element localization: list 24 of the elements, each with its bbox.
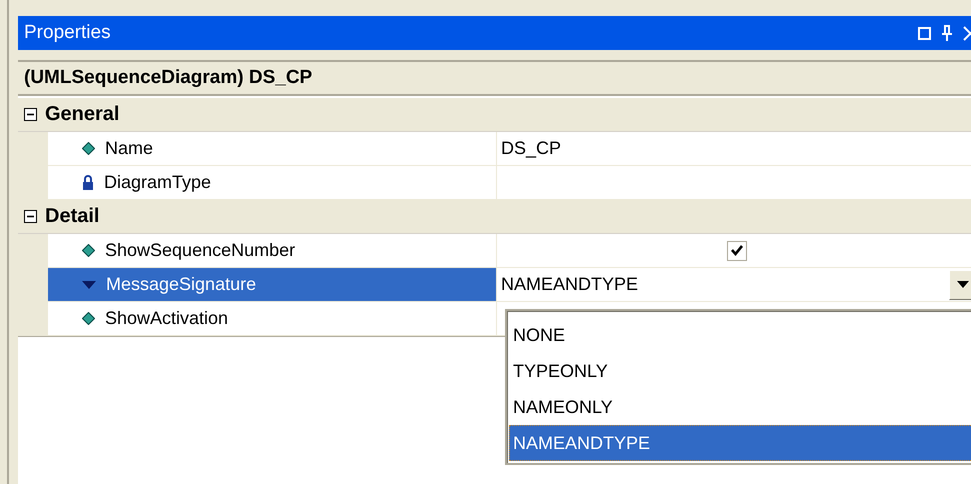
collapse-toggle[interactable] <box>24 210 37 223</box>
dropdown-option[interactable]: TYPEONLY <box>509 353 971 389</box>
caret-icon <box>957 281 969 288</box>
dropdown-option[interactable]: NAMEANDTYPE <box>509 425 971 461</box>
dropdown-button[interactable] <box>949 270 971 300</box>
restore-icon[interactable] <box>918 26 931 40</box>
dropdown-option[interactable]: NONE <box>509 317 971 353</box>
window-title: Properties <box>24 22 112 44</box>
checkmark-icon <box>731 245 743 256</box>
property-label: ShowSequenceNumber <box>105 240 296 261</box>
property-label: DiagramType <box>104 172 212 193</box>
object-header: (UMLSequenceDiagram) DS_CP <box>18 60 971 96</box>
property-label: Name <box>105 138 154 159</box>
property-name[interactable]: MessageSignature <box>48 268 497 302</box>
property-label: ShowActivation <box>105 308 228 329</box>
pin-icon[interactable] <box>941 25 953 41</box>
dropdown-value[interactable]: NAMEANDTYPE <box>501 274 638 294</box>
category-label[interactable]: General <box>45 103 120 126</box>
category-label[interactable]: Detail <box>45 205 100 228</box>
property-value[interactable]: DS_CP <box>501 138 562 159</box>
collapse-toggle[interactable] <box>24 108 37 121</box>
dropdown-option[interactable]: NAMEONLY <box>509 389 971 425</box>
property-label: MessageSignature <box>106 274 256 295</box>
checkbox[interactable] <box>727 240 747 260</box>
